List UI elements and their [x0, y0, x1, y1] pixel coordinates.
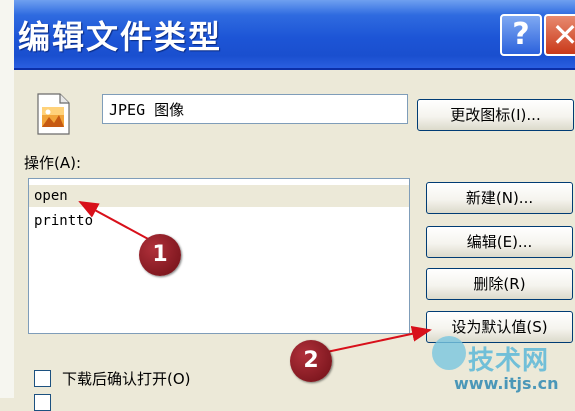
second-checkbox[interactable] — [34, 394, 51, 411]
new-action-button[interactable]: 新建(N)... — [426, 182, 573, 214]
watermark-main-text: 技术网 — [468, 346, 550, 376]
dialog-title: 编辑文件类型 — [18, 18, 223, 56]
close-icon: ✕ — [551, 16, 575, 54]
help-button[interactable]: ? — [500, 14, 542, 56]
delete-action-button[interactable]: 删除(R) — [426, 268, 573, 300]
confirm-open-checkbox[interactable] — [34, 370, 51, 387]
jpeg-file-icon — [37, 93, 70, 135]
close-button[interactable]: ✕ — [544, 14, 575, 56]
file-type-field[interactable]: JPEG 图像 — [102, 94, 408, 124]
background-window-edge — [0, 0, 15, 398]
watermark-url: www.itjs.cn — [454, 374, 559, 393]
change-icon-button[interactable]: 更改图标(I)... — [417, 99, 574, 131]
site-watermark: 技术网 www.itjs.cn — [432, 326, 572, 396]
actions-list[interactable]: open printto — [28, 178, 410, 334]
edit-action-button[interactable]: 编辑(E)... — [426, 226, 573, 258]
annotation-marker-2: 2 — [290, 340, 332, 382]
annotation-marker-1: 1 — [139, 234, 181, 276]
watermark-logo-icon — [432, 336, 466, 370]
actions-label: 操作(A): — [24, 154, 82, 172]
confirm-open-label: 下载后确认打开(O) — [62, 370, 191, 388]
action-item-printto[interactable]: printto — [29, 210, 409, 232]
title-bar[interactable]: 编辑文件类型 ? ✕ — [14, 0, 575, 70]
help-icon: ? — [512, 17, 530, 52]
action-item-open[interactable]: open — [29, 185, 409, 207]
